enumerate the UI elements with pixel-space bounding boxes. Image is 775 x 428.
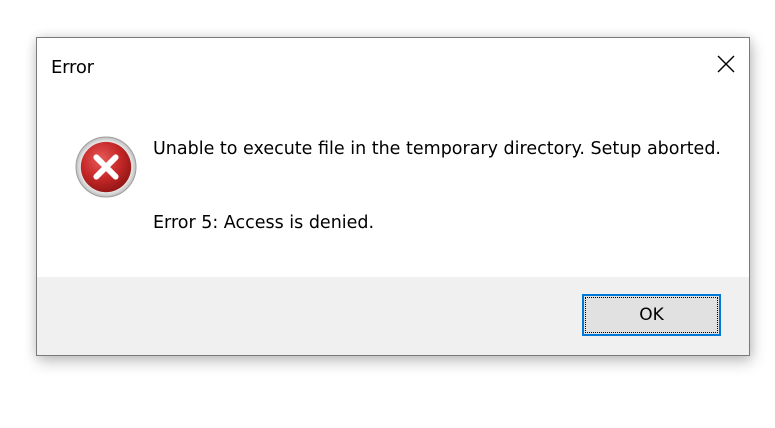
dialog-title: Error xyxy=(51,57,94,78)
button-bar: OK xyxy=(37,277,749,355)
title-bar: Error xyxy=(37,38,749,98)
error-message: Unable to execute file in the temporary … xyxy=(153,139,721,159)
ok-button[interactable]: OK xyxy=(582,294,721,336)
error-detail: Error 5: Access is denied. xyxy=(153,213,375,233)
dialog-body: Unable to execute file in the temporary … xyxy=(37,98,749,278)
close-button[interactable] xyxy=(703,38,749,90)
close-icon xyxy=(717,55,735,73)
error-icon xyxy=(75,136,137,198)
error-dialog: Error Unable to execute file in the temp… xyxy=(36,37,750,356)
